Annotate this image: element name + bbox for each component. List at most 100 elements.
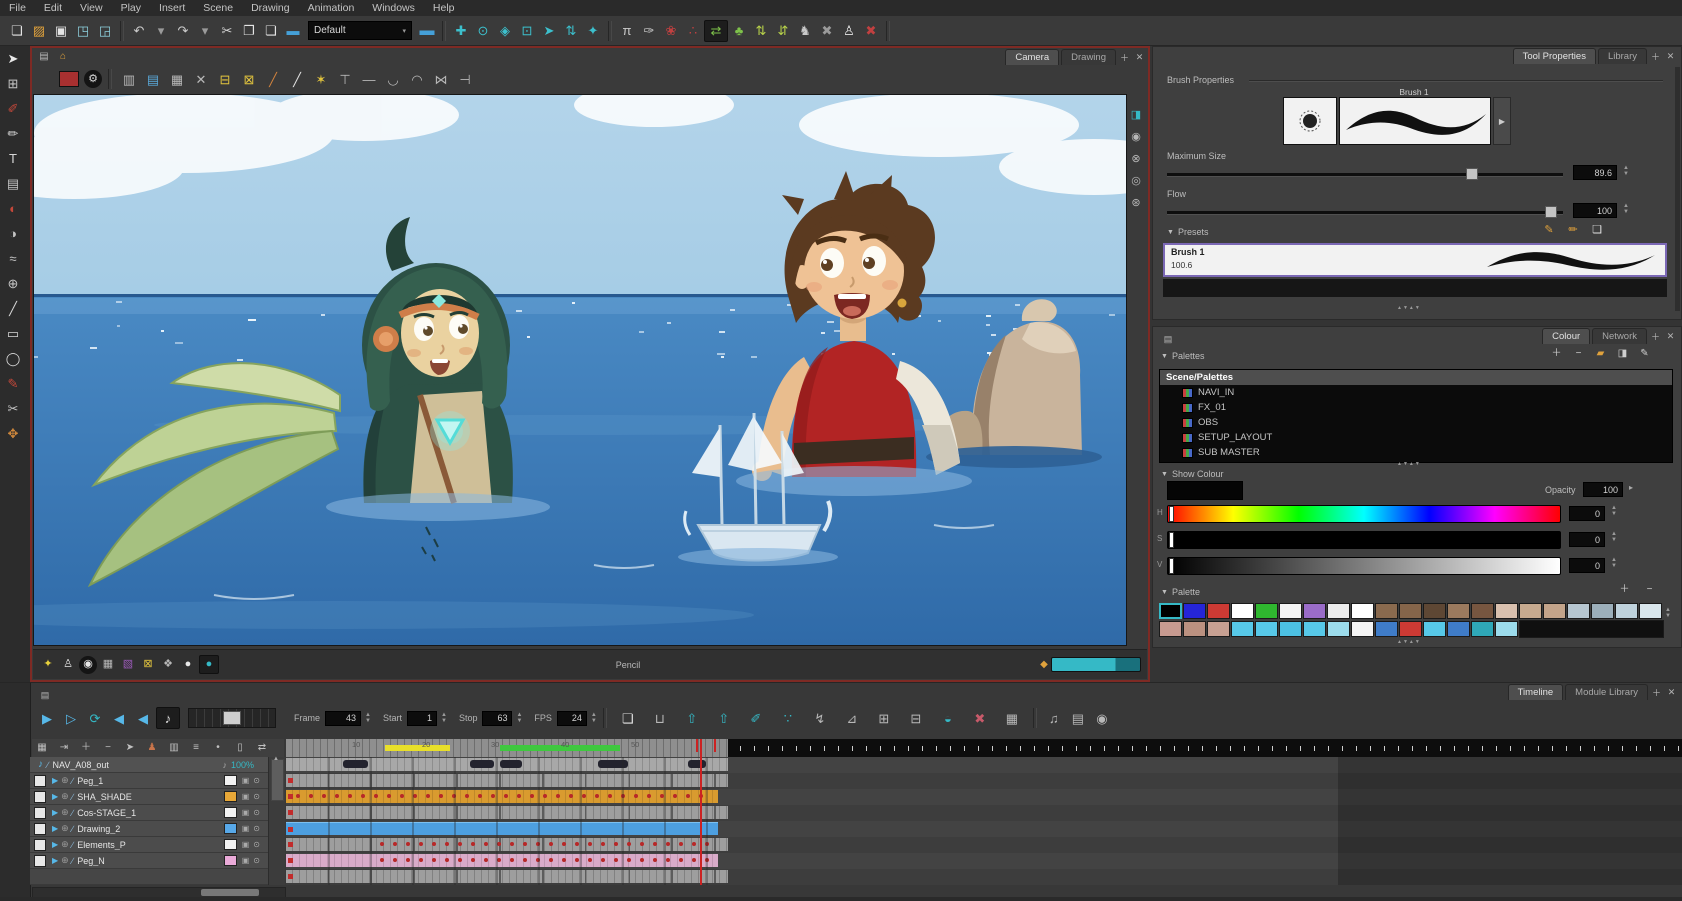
keyframe-dot[interactable] [653, 842, 657, 846]
add-peg-icon[interactable]: ⇧ [677, 708, 707, 728]
keyframe-dot[interactable] [439, 794, 443, 798]
keyframe-dot[interactable] [419, 842, 423, 846]
colour-swatch[interactable] [1519, 603, 1542, 619]
keyframe-dot[interactable] [517, 794, 521, 798]
brush-preview-expand-button[interactable]: ▶ [1493, 97, 1511, 145]
exposure-track[interactable] [286, 870, 728, 883]
list-view-icon[interactable]: ≡ [186, 740, 206, 756]
keyframe-dot[interactable] [380, 842, 384, 846]
keyframe-dot[interactable] [647, 794, 651, 798]
previous-frame-button[interactable]: ◀ [108, 708, 130, 728]
layer-row-NAV_A08_out[interactable]: ♪∕NAV_A08_out♪100% [30, 757, 268, 773]
layer-enable-checkbox[interactable] [34, 791, 46, 803]
edit-palette-icon[interactable]: ✎ [1637, 347, 1652, 361]
pencil-tool[interactable]: ✏ [0, 121, 26, 146]
paste-icon[interactable]: ❏ [260, 21, 282, 41]
keyframe-dot[interactable] [478, 794, 482, 798]
red-dots-icon[interactable]: ∴ [682, 21, 704, 41]
export-icon[interactable]: ◲ [94, 21, 116, 41]
keyframe-dot[interactable] [556, 794, 560, 798]
colour-swatch[interactable] [1303, 603, 1326, 619]
colour-swatch[interactable] [1303, 621, 1326, 637]
curve-up-icon[interactable]: ◠ [406, 69, 428, 89]
exposure-track[interactable] [286, 806, 728, 819]
motion-dots-icon[interactable]: ∵ [773, 708, 803, 728]
keyframe-dot[interactable] [549, 842, 553, 846]
add-drawing-layer-icon[interactable]: ❏ [613, 708, 643, 728]
keyframe-dot[interactable] [419, 858, 423, 862]
toolprops-tab-tool-properties[interactable]: Tool Properties [1513, 48, 1596, 64]
speaker-icon[interactable]: ♪ [222, 760, 227, 770]
playhead-bracket-right[interactable] [714, 739, 716, 752]
menu-help[interactable]: Help [424, 0, 464, 16]
brush-stroke-preview[interactable] [1339, 97, 1491, 145]
keyframe-dot[interactable] [322, 794, 326, 798]
sound-track[interactable] [286, 758, 728, 771]
keyframe-dot[interactable] [692, 858, 696, 862]
camera-icon[interactable]: ◉ [79, 656, 97, 674]
colour-swatch[interactable] [1591, 603, 1614, 619]
eraser-tool[interactable]: ▤ [0, 171, 26, 196]
onion-icon[interactable]: ⊙ [253, 856, 260, 865]
render-icon[interactable]: ◎ [1128, 174, 1144, 188]
colour-swatch[interactable] [1351, 621, 1374, 637]
layer-enable-checkbox[interactable] [34, 823, 46, 835]
remove-layer-icon[interactable]: − [98, 740, 118, 756]
tool-gear-icon[interactable]: ⚙ [84, 70, 102, 88]
reorder-up-down-icon[interactable]: ⇅ [750, 21, 772, 41]
colour-swatch[interactable] [1279, 603, 1302, 619]
keyframe-dot[interactable] [673, 794, 677, 798]
clear-icon[interactable]: ✖ [816, 21, 838, 41]
blue-track[interactable] [286, 822, 718, 835]
parent-peg-icon[interactable]: ⇧ [709, 708, 739, 728]
message-icon[interactable]: ▬ [416, 21, 438, 41]
keyframe-dot[interactable] [361, 794, 365, 798]
lock-icon[interactable]: ▣ [242, 840, 250, 849]
colour-swatch[interactable] [1327, 603, 1350, 619]
keyframe-dot[interactable] [569, 794, 573, 798]
lock-icon[interactable]: ▣ [242, 856, 250, 865]
camera-tab-drawing[interactable]: Drawing [1061, 49, 1116, 65]
extend-exposure-icon[interactable]: ⊞ [869, 708, 899, 728]
swap-mode-icon[interactable]: ⇄ [704, 20, 728, 42]
slider-value-h[interactable]: 0 [1569, 506, 1605, 521]
translate-icon[interactable]: ✚ [450, 21, 472, 41]
keyframe-marker[interactable] [288, 794, 293, 799]
colour-swatch[interactable] [1495, 621, 1518, 637]
keyframe-dot[interactable] [582, 794, 586, 798]
colour-swatch[interactable] [1423, 603, 1446, 619]
undo-icon[interactable]: ↶ [128, 21, 150, 41]
keyframe-marker[interactable] [288, 874, 293, 879]
select-mode-icon[interactable]: ➤ [120, 740, 140, 756]
stop-field-spinner[interactable]: ▲▼ [516, 712, 522, 724]
menu-insert[interactable]: Insert [150, 0, 194, 16]
remove-colour-icon[interactable]: − [1642, 583, 1657, 597]
layer-enable-checkbox[interactable] [34, 775, 46, 787]
keyframe-dot[interactable] [432, 842, 436, 846]
redo-icon[interactable]: ↷ [172, 21, 194, 41]
keyframe-dot[interactable] [692, 842, 696, 846]
keyframe-dot[interactable] [601, 842, 605, 846]
add-icon[interactable]: ⊕ [61, 807, 69, 818]
loop-button[interactable]: ⟳ [84, 708, 106, 728]
layer-row-SHA_SHADE[interactable]: ▶⊕∕SHA_SHADE▣⊙ [30, 789, 268, 805]
delete-red-icon[interactable]: ✖ [860, 21, 882, 41]
fill-gap-icon[interactable]: ◒ [933, 708, 963, 728]
keyframe-dot[interactable] [458, 842, 462, 846]
keyframe-dot[interactable] [601, 858, 605, 862]
pink-track[interactable] [286, 854, 718, 867]
colour-swatch[interactable] [1615, 603, 1638, 619]
update-preset-pen-icon[interactable]: ✏ [1565, 223, 1581, 237]
keyframe-dot[interactable] [549, 858, 553, 862]
colour-swatch[interactable] [1183, 603, 1206, 619]
dots-track[interactable] [286, 838, 728, 851]
knight-icon[interactable]: ♞ [794, 21, 816, 41]
add-keyframe-pen-icon[interactable]: ✐ [741, 708, 771, 728]
matte-icon[interactable]: ▧ [119, 656, 137, 673]
layer-scrollbar[interactable]: ▲ [268, 757, 285, 885]
ellipse-tool[interactable]: ◯ [0, 346, 26, 371]
onion-icon[interactable]: ⊙ [253, 824, 260, 833]
play-button[interactable]: ▶ [36, 708, 58, 728]
curve-down-icon[interactable]: ◡ [382, 69, 404, 89]
onion-icon[interactable]: ⊙ [253, 776, 260, 785]
